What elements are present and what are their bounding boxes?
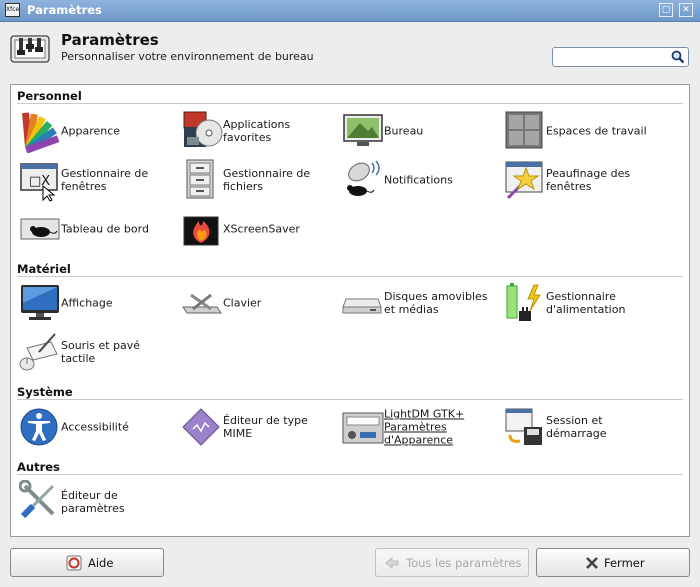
item-label: Disques amovibles et médias xyxy=(384,290,488,316)
drive-icon xyxy=(342,298,382,314)
settings-item-gestionnaire-alimentation[interactable]: Gestionnaire d'alimentation xyxy=(504,281,662,325)
multimedia-icon xyxy=(183,111,223,147)
star-wand-icon xyxy=(505,161,543,200)
item-label: Souris et pavé tactile xyxy=(61,339,141,365)
lightdm-icon xyxy=(342,412,384,444)
section-divider xyxy=(17,399,683,400)
page-title: Paramètres xyxy=(61,31,159,49)
close-button-label: Fermer xyxy=(604,556,645,570)
back-arrow-icon xyxy=(385,556,399,570)
session-icon xyxy=(505,408,542,445)
search-box[interactable] xyxy=(552,47,689,67)
item-label: Éditeur de paramètres xyxy=(61,489,125,515)
item-label: Clavier xyxy=(223,296,262,310)
help-button-label: Aide xyxy=(88,556,114,570)
settings-item-xscreensaver[interactable]: XScreenSaver xyxy=(181,207,339,251)
item-label: Peaufinage des fenêtres xyxy=(546,167,631,193)
settings-item-lightdm[interactable]: LightDM GTK+ Paramètres d'Apparence xyxy=(342,405,500,449)
section-title-systeme: Système xyxy=(17,385,73,399)
mouse-icon xyxy=(19,333,58,371)
section-divider xyxy=(17,474,683,475)
close-window-button[interactable]: ✕ xyxy=(679,3,693,17)
settings-item-applications-favorites[interactable]: Applications favorites xyxy=(181,109,339,153)
app-icon: Xfce xyxy=(5,3,20,17)
settings-item-espaces-de-travail[interactable]: Espaces de travail xyxy=(504,109,662,153)
monitor-icon xyxy=(21,285,59,320)
search-input[interactable] xyxy=(557,49,671,67)
all-settings-button-label: Tous les paramètres xyxy=(406,556,522,570)
item-label: Notifications xyxy=(384,173,453,187)
help-button[interactable]: Aide xyxy=(10,548,164,577)
item-label: Éditeur de type MIME xyxy=(223,414,308,440)
mime-icon xyxy=(182,408,220,446)
item-label: Gestionnaire de fichiers xyxy=(223,167,311,193)
workspaces-icon xyxy=(505,111,543,149)
item-label: Espaces de travail xyxy=(546,124,647,138)
svg-text:□X: □X xyxy=(29,174,50,189)
item-label: Apparence xyxy=(61,124,121,138)
section-title-materiel: Matériel xyxy=(17,262,71,276)
window-title: Paramètres xyxy=(27,3,102,17)
panel-mouse-icon xyxy=(20,218,60,240)
settings-item-session-demarrage[interactable]: Session et démarrage xyxy=(504,405,662,449)
settings-item-editeur-parametres[interactable]: Éditeur de paramètres xyxy=(19,480,177,524)
settings-item-affichage[interactable]: Affichage xyxy=(19,281,177,325)
close-button[interactable]: Fermer xyxy=(536,548,690,577)
window-manager-icon: □X xyxy=(20,163,58,202)
item-label: Gestionnaire d'alimentation xyxy=(546,290,626,316)
settings-item-gestionnaire-de-fenetres[interactable]: □X Gestionnaire de fenêtres xyxy=(19,158,177,202)
title-bar: Xfce Paramètres ▢ ✕ xyxy=(0,0,700,22)
section-title-personnel: Personnel xyxy=(17,89,82,103)
all-settings-button[interactable]: Tous les paramètres xyxy=(375,548,529,577)
settings-item-disques-amovibles[interactable]: Disques amovibles et médias xyxy=(342,281,500,325)
screensaver-icon xyxy=(183,216,219,246)
close-icon xyxy=(586,557,598,569)
item-label: Accessibilité xyxy=(61,420,129,434)
accessibility-icon xyxy=(20,408,58,446)
settings-item-editeur-mime[interactable]: Éditeur de type MIME xyxy=(181,405,339,449)
desktop-icon xyxy=(343,114,383,146)
settings-manager-icon xyxy=(10,35,50,63)
section-divider xyxy=(17,103,683,104)
maximize-button[interactable]: ▢ xyxy=(659,3,673,17)
settings-item-peaufinage-des-fenetres[interactable]: Peaufinage des fenêtres xyxy=(504,158,662,202)
help-icon xyxy=(66,555,82,571)
settings-item-clavier[interactable]: Clavier xyxy=(181,281,339,325)
item-label: LightDM GTK+ Paramètres d'Apparence xyxy=(384,407,465,447)
tools-icon xyxy=(19,480,55,519)
settings-item-accessibilite[interactable]: Accessibilité xyxy=(19,405,177,449)
keyboard-icon xyxy=(182,293,222,314)
item-label: XScreenSaver xyxy=(223,222,300,236)
settings-item-souris[interactable]: Souris et pavé tactile xyxy=(19,330,177,374)
item-label: Bureau xyxy=(384,124,424,138)
search-icon[interactable] xyxy=(671,50,685,64)
notification-mouse-icon xyxy=(347,160,380,196)
section-title-autres: Autres xyxy=(17,460,60,474)
item-label: Session et démarrage xyxy=(546,414,607,440)
file-cabinet-icon xyxy=(186,159,214,199)
battery-icon xyxy=(506,283,541,321)
settings-panel: Personnel Apparence Applications favorit… xyxy=(10,84,690,537)
item-label: Gestionnaire de fenêtres xyxy=(61,167,149,193)
page-subtitle: Personnaliser votre environnement de bur… xyxy=(61,50,314,63)
item-label: Affichage xyxy=(61,296,113,310)
settings-item-apparence[interactable]: Apparence xyxy=(19,109,177,153)
settings-item-notifications[interactable]: Notifications xyxy=(342,158,500,202)
item-label: Tableau de bord xyxy=(61,222,149,236)
settings-item-gestionnaire-de-fichiers[interactable]: Gestionnaire de fichiers xyxy=(181,158,339,202)
palette-icon xyxy=(22,112,60,153)
settings-item-bureau[interactable]: Bureau xyxy=(342,109,500,153)
section-divider xyxy=(17,276,683,277)
settings-item-tableau-de-bord[interactable]: Tableau de bord xyxy=(19,207,177,251)
item-label: Applications favorites xyxy=(223,118,291,144)
